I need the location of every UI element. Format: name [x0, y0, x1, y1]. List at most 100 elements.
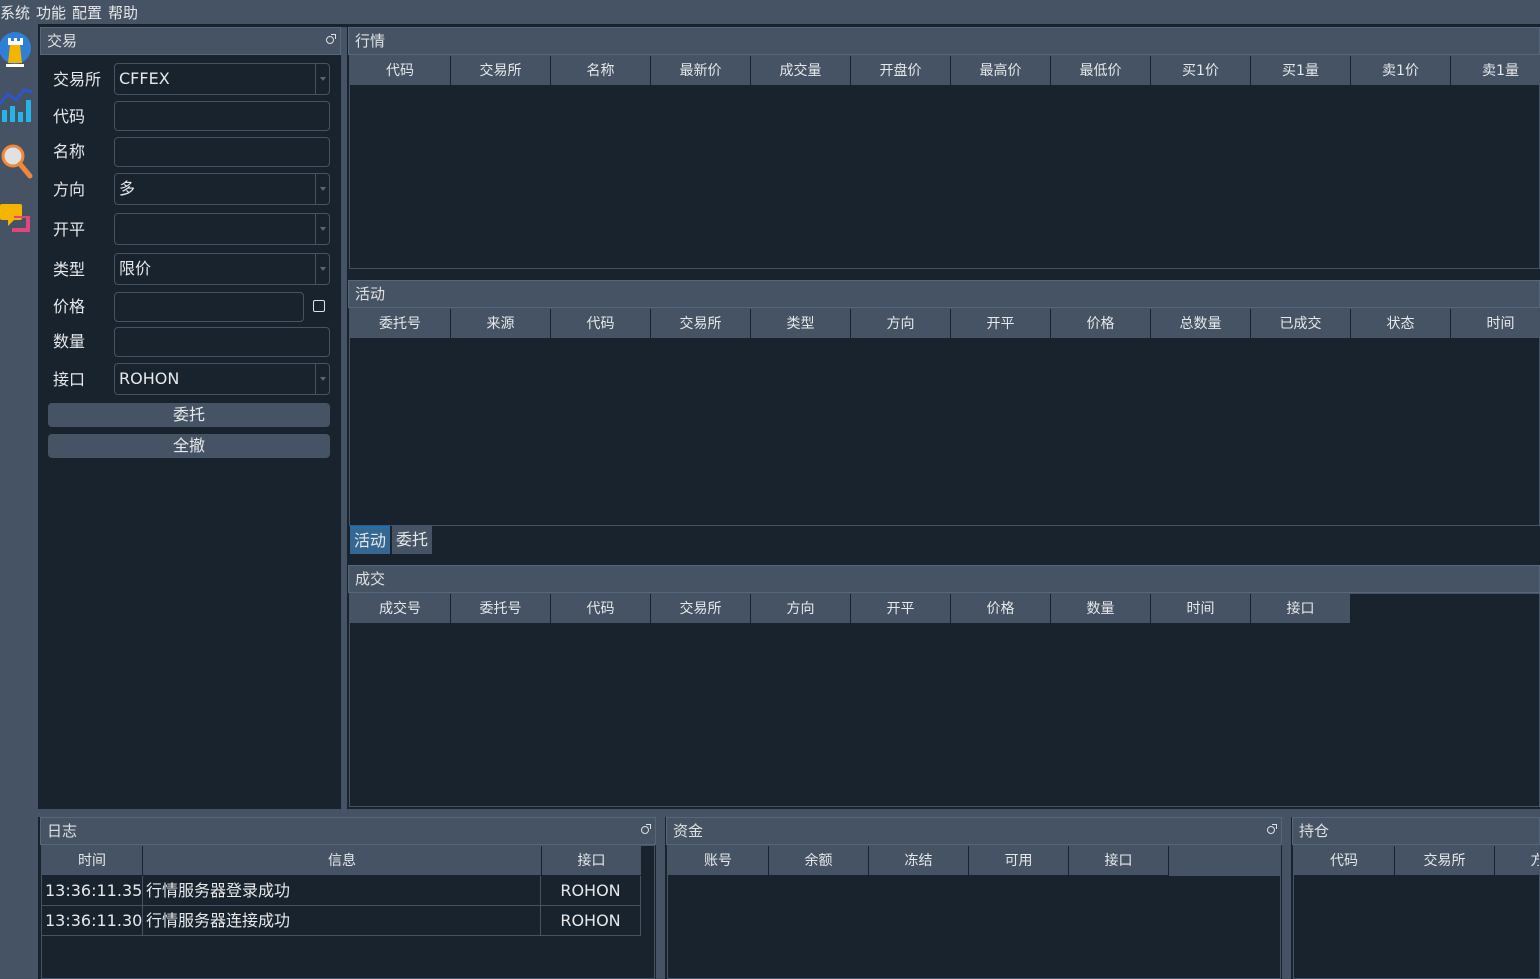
- tick-table: 代码 交易所 名称 最新价 成交量 开盘价 最高价 最低价 买1价 买1量 卖1…: [349, 55, 1540, 269]
- price-checkbox[interactable]: [313, 300, 325, 312]
- tick-dock-title: 行情: [348, 27, 1540, 55]
- chevron-down-icon[interactable]: [315, 64, 329, 94]
- order-type-combo[interactable]: 限价: [114, 253, 330, 285]
- price-label: 价格: [53, 297, 86, 316]
- col-header[interactable]: 冻结: [869, 846, 969, 876]
- tick-dock: 行情 代码 交易所 名称 最新价 成交量 开盘价 最高价 最低价 买1价 买1量…: [348, 27, 1540, 272]
- volume-label: 数量: [53, 332, 86, 351]
- horizontal-splitter[interactable]: [38, 809, 1540, 817]
- col-header[interactable]: 交易所: [651, 594, 751, 624]
- col-header[interactable]: 卖1价: [1351, 56, 1451, 86]
- search-icon[interactable]: [0, 142, 36, 182]
- position-dock-title: 持仓: [1292, 817, 1540, 845]
- col-header[interactable]: 委托号: [451, 594, 551, 624]
- menu-function[interactable]: 功能: [34, 2, 68, 23]
- col-header[interactable]: 方向: [751, 594, 851, 624]
- col-header[interactable]: 开盘价: [851, 56, 951, 86]
- dock-float-icon[interactable]: [641, 824, 651, 834]
- price-input[interactable]: [114, 292, 304, 322]
- trade-title: 交易: [47, 32, 78, 50]
- col-header[interactable]: 类型: [751, 309, 851, 339]
- col-header[interactable]: 账号: [668, 846, 769, 876]
- col-header[interactable]: 代码: [551, 594, 651, 624]
- col-header[interactable]: 交易所: [1395, 846, 1495, 876]
- chevron-down-icon[interactable]: [315, 214, 329, 244]
- col-header[interactable]: 方向: [851, 309, 951, 339]
- cancel-all-button[interactable]: 全撤: [48, 434, 330, 458]
- col-header[interactable]: 最高价: [951, 56, 1051, 86]
- log-title: 日志: [47, 822, 78, 840]
- log-message: 行情服务器连接成功: [143, 906, 541, 936]
- vertical-splitter[interactable]: [1282, 817, 1291, 979]
- trade-tower-icon[interactable]: [0, 30, 36, 70]
- tab-orders[interactable]: 委托: [392, 526, 433, 554]
- col-header[interactable]: 数量: [1051, 594, 1151, 624]
- gateway-value: ROHON: [119, 369, 180, 388]
- col-header[interactable]: 开平: [851, 594, 951, 624]
- name-input[interactable]: [114, 137, 330, 167]
- chevron-down-icon[interactable]: [315, 254, 329, 284]
- trade-table-header: 成交号 委托号 代码 交易所 方向 开平 价格 数量 时间 接口: [350, 594, 1351, 624]
- col-header[interactable]: 价格: [1051, 309, 1151, 339]
- active-table-header: 委托号 来源 代码 交易所 类型 方向 开平 价格 总数量 已成交 状态 时间: [350, 309, 1539, 339]
- col-header[interactable]: 交易所: [451, 56, 551, 86]
- col-header[interactable]: 已成交: [1251, 309, 1351, 339]
- col-header[interactable]: 买1量: [1251, 56, 1351, 86]
- vertical-splitter[interactable]: [341, 27, 347, 809]
- chevron-down-icon[interactable]: [315, 174, 329, 204]
- col-header[interactable]: 接口: [1251, 594, 1351, 624]
- tab-active[interactable]: 活动: [350, 526, 391, 554]
- gateway-combo[interactable]: ROHON: [114, 363, 330, 395]
- col-header[interactable]: 开平: [951, 309, 1051, 339]
- volume-input[interactable]: [114, 327, 330, 357]
- dock-float-icon[interactable]: [1267, 824, 1277, 834]
- col-header[interactable]: 代码: [551, 309, 651, 339]
- table-row[interactable]: 13:36:11.305 行情服务器连接成功 ROHON: [42, 906, 641, 936]
- table-row[interactable]: 13:36:11.355 行情服务器登录成功 ROHON: [42, 876, 641, 906]
- col-header[interactable]: 时间: [1151, 594, 1251, 624]
- chevron-down-icon[interactable]: [315, 364, 329, 394]
- col-header[interactable]: 状态: [1351, 309, 1451, 339]
- col-header[interactable]: 来源: [451, 309, 551, 339]
- col-header[interactable]: 名称: [551, 56, 651, 86]
- col-header[interactable]: 可用: [969, 846, 1069, 876]
- offset-combo[interactable]: [114, 213, 330, 245]
- direction-combo[interactable]: 多: [114, 173, 330, 205]
- order-type-label: 类型: [53, 260, 86, 279]
- col-header[interactable]: 交易所: [651, 309, 751, 339]
- account-table-header: 账号 余额 冻结 可用 接口: [668, 846, 1280, 876]
- col-header[interactable]: 信息: [143, 846, 542, 876]
- chat-icon[interactable]: [0, 198, 36, 238]
- position-table-header: 代码 交易所 方向: [1294, 846, 1539, 876]
- position-dock: 持仓 代码 交易所 方向: [1292, 817, 1540, 979]
- menu-config[interactable]: 配置: [70, 2, 104, 23]
- vertical-splitter[interactable]: [656, 817, 665, 979]
- col-header[interactable]: 总数量: [1151, 309, 1251, 339]
- col-header[interactable]: 接口: [1069, 846, 1169, 876]
- col-header[interactable]: 成交量: [751, 56, 851, 86]
- col-header[interactable]: 成交号: [350, 594, 451, 624]
- account-dock: 资金 账号 余额 冻结 可用 接口: [666, 817, 1282, 979]
- direction-label: 方向: [53, 180, 86, 199]
- tick-table-header: 代码 交易所 名称 最新价 成交量 开盘价 最高价 最低价 买1价 买1量 卖1…: [350, 56, 1539, 86]
- col-header[interactable]: 接口: [542, 846, 642, 876]
- send-order-button[interactable]: 委托: [48, 403, 330, 427]
- symbol-input[interactable]: [114, 101, 330, 131]
- menu-help[interactable]: 帮助: [106, 2, 140, 23]
- col-header[interactable]: 委托号: [350, 309, 451, 339]
- col-header[interactable]: 时间: [1451, 309, 1539, 339]
- col-header[interactable]: 最新价: [651, 56, 751, 86]
- col-header[interactable]: 代码: [350, 56, 451, 86]
- col-header[interactable]: 余额: [769, 846, 869, 876]
- dock-float-icon[interactable]: [326, 34, 336, 44]
- col-header[interactable]: 最低价: [1051, 56, 1151, 86]
- col-header[interactable]: 方向: [1495, 846, 1539, 876]
- col-header[interactable]: 卖1量: [1451, 56, 1539, 86]
- chart-icon[interactable]: [0, 86, 36, 126]
- exchange-combo[interactable]: CFFEX: [114, 63, 330, 95]
- col-header[interactable]: 买1价: [1151, 56, 1251, 86]
- menu-system[interactable]: 系统: [0, 2, 32, 23]
- col-header[interactable]: 价格: [951, 594, 1051, 624]
- col-header[interactable]: 时间: [42, 846, 143, 876]
- col-header[interactable]: 代码: [1294, 846, 1395, 876]
